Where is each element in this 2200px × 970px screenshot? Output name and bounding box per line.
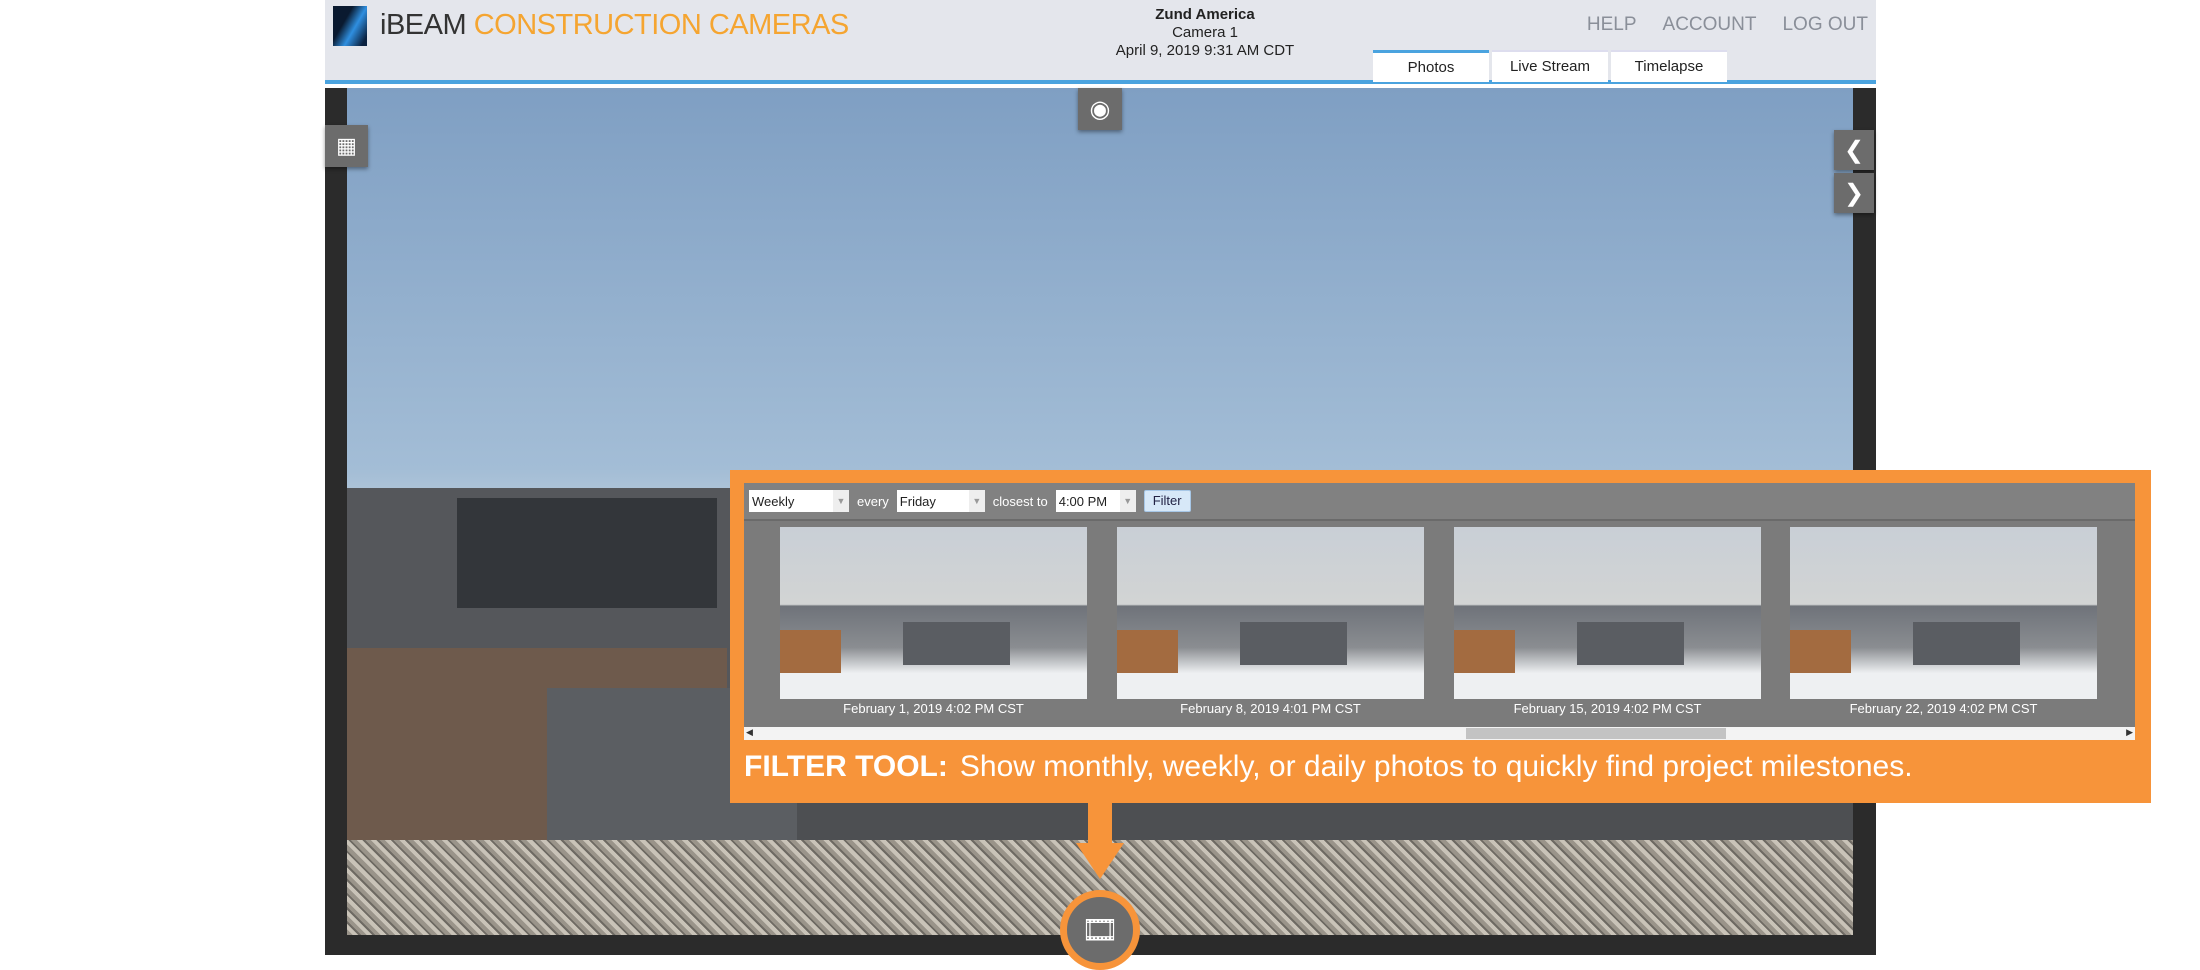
chevron-left-icon[interactable]: ❮ [1834, 130, 1874, 170]
time-select[interactable]: 4:00 PM ▼ [1055, 490, 1136, 512]
thumbnail-caption: February 15, 2019 4:02 PM CST [1513, 701, 1702, 716]
thumbnail-scrollbar[interactable]: ◀ ▶ [744, 727, 2135, 740]
callout-text: FILTER TOOL: Show monthly, weekly, or dai… [744, 750, 1913, 783]
chevron-down-icon: ▼ [1119, 490, 1136, 512]
film-icon: 🎞 [1080, 913, 1120, 947]
thumbnail[interactable] [1117, 527, 1424, 699]
scroll-right-icon[interactable]: ▶ [2126, 727, 2133, 738]
help-link[interactable]: HELP [1587, 14, 1637, 36]
brand-title: iBEAM CONSTRUCTION CAMERAS [380, 9, 849, 41]
closest-label: closest to [992, 493, 1048, 509]
camera-icon[interactable]: ◉ [1078, 88, 1122, 130]
ibeam-logo [333, 6, 367, 46]
calendar-icon[interactable]: ▦ [325, 125, 368, 167]
filter-toolbar: Weekly ▼ every Friday ▼ closest to 4:00 PM… [744, 483, 2135, 521]
chevron-right-icon[interactable]: ❯ [1834, 173, 1874, 213]
filter-panel: Weekly ▼ every Friday ▼ closest to 4:00 PM… [744, 483, 2135, 740]
logout-link[interactable]: LOG OUT [1782, 14, 1868, 36]
thumbnail[interactable] [780, 527, 1087, 699]
callout-arrow-head [1076, 843, 1124, 879]
thumbnail-caption: February 22, 2019 4:02 PM CST [1849, 701, 2038, 716]
filter-button[interactable]: Filter [1143, 490, 1191, 512]
thumbnail[interactable] [1790, 527, 2097, 699]
camera-name: Camera 1 [1172, 24, 1238, 41]
photo-datetime: April 9, 2019 9:31 AM CDT [1115, 42, 1295, 59]
every-label: every [857, 493, 889, 509]
filter-tool-callout: Weekly ▼ every Friday ▼ closest to 4:00 PM… [730, 470, 2151, 803]
thumbnail[interactable] [1454, 527, 1761, 699]
callout-arrow [1088, 803, 1112, 843]
frequency-select[interactable]: Weekly ▼ [749, 490, 849, 512]
day-select[interactable]: Friday ▼ [896, 490, 985, 512]
tab-timelapse[interactable]: Timelapse [1611, 50, 1727, 82]
app-header: iBEAM CONSTRUCTION CAMERAS Zund America … [325, 0, 1876, 84]
film-button[interactable]: 🎞 [1060, 890, 1140, 970]
chevron-down-icon: ▼ [968, 490, 985, 512]
tab-live-stream[interactable]: Live Stream [1492, 50, 1608, 82]
scrollbar-thumb[interactable] [1466, 728, 1726, 739]
thumbnail-caption: February 1, 2019 4:02 PM CST [843, 701, 1024, 716]
chevron-down-icon: ▼ [833, 490, 849, 512]
project-name: Zund America [1155, 6, 1255, 23]
tab-photos[interactable]: Photos [1373, 50, 1489, 82]
thumbnail-caption: February 8, 2019 4:01 PM CST [1180, 701, 1361, 716]
account-link[interactable]: ACCOUNT [1663, 14, 1757, 36]
scroll-left-icon[interactable]: ◀ [746, 727, 753, 738]
camera-info: Zund America Camera 1 April 9, 2019 9:31… [985, 6, 1425, 60]
